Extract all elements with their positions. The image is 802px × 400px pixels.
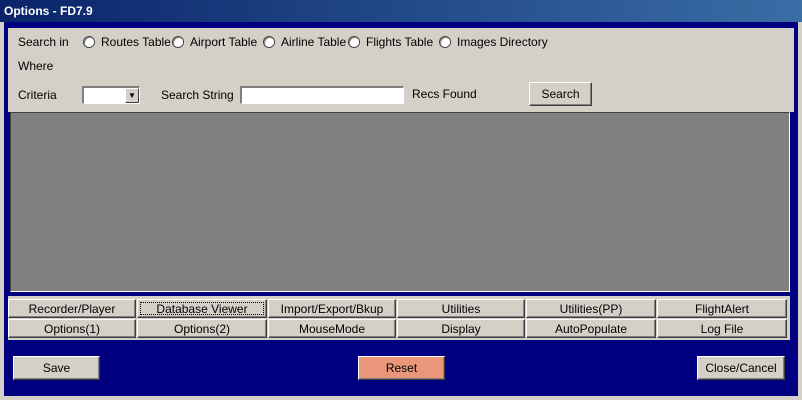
reset-button[interactable]: Reset: [358, 356, 445, 380]
tab-mousemode[interactable]: MouseMode: [268, 319, 396, 338]
criteria-label: Criteria: [18, 88, 57, 102]
tab-utilities-pp[interactable]: Utilities(PP): [526, 299, 656, 318]
radio-flights-table-label[interactable]: Flights Table: [366, 35, 433, 49]
tab-display[interactable]: Display: [397, 319, 525, 338]
chevron-down-icon[interactable]: ▼: [125, 88, 139, 103]
tab-recorder-player[interactable]: Recorder/Player: [8, 299, 136, 318]
save-button[interactable]: Save: [13, 356, 100, 380]
window-title-bar: Options - FD7.9: [0, 0, 802, 22]
search-in-label: Search in: [18, 35, 69, 49]
radio-images-directory[interactable]: [440, 37, 450, 47]
search-string-label: Search String: [161, 88, 234, 102]
radio-airport-table[interactable]: [173, 37, 183, 47]
search-string-input[interactable]: [240, 86, 404, 104]
tab-flightalert[interactable]: FlightAlert: [657, 299, 787, 318]
window-title: Options - FD7.9: [4, 4, 93, 18]
tab-options-2[interactable]: Options(2): [137, 319, 267, 338]
radio-airport-table-label[interactable]: Airport Table: [190, 35, 257, 49]
radio-routes-table-label[interactable]: Routes Table: [101, 35, 171, 49]
radio-routes-table[interactable]: [84, 37, 94, 47]
criteria-dropdown[interactable]: ▼: [82, 86, 140, 104]
radio-airline-table[interactable]: [264, 37, 274, 47]
tab-autopopulate[interactable]: AutoPopulate: [526, 319, 656, 338]
options-window: Options - FD7.9 Search in Routes Table A…: [0, 0, 802, 400]
database-results-grid[interactable]: [10, 112, 790, 292]
radio-images-directory-label[interactable]: Images Directory: [457, 35, 548, 49]
radio-airline-table-label[interactable]: Airline Table: [281, 35, 346, 49]
tab-options-1[interactable]: Options(1): [8, 319, 136, 338]
where-label: Where: [18, 59, 54, 73]
tab-database-viewer[interactable]: Database Viewer: [137, 299, 267, 318]
search-button[interactable]: Search: [529, 82, 592, 106]
tab-log-file[interactable]: Log File: [657, 319, 787, 338]
tab-import-export-bkup[interactable]: Import/Export/Bkup: [268, 299, 396, 318]
tab-utilities[interactable]: Utilities: [397, 299, 525, 318]
recs-found-label: Recs Found: [412, 87, 477, 101]
radio-flights-table[interactable]: [349, 37, 359, 47]
close-cancel-button[interactable]: Close/Cancel: [697, 356, 785, 380]
